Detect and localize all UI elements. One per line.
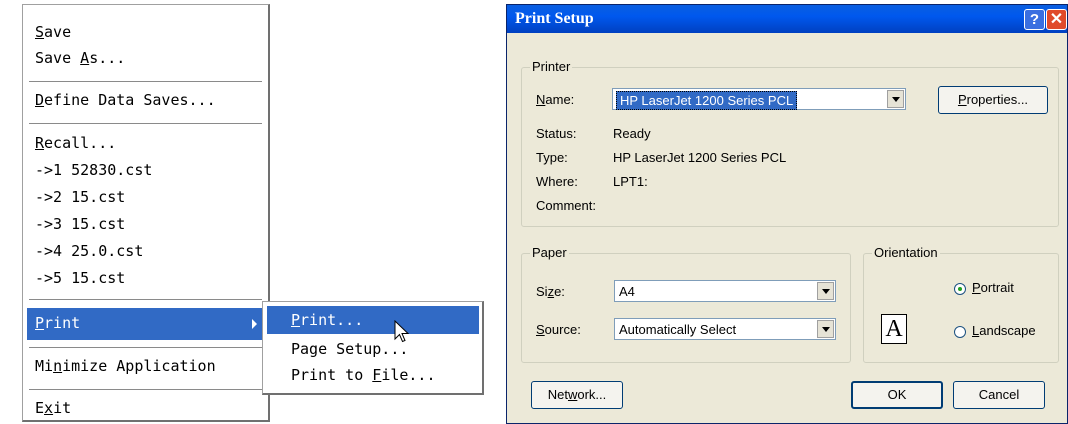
source-label: Source:: [536, 322, 581, 337]
mouse-cursor-icon: [394, 320, 410, 343]
printer-name-select[interactable]: HP LaserJet 1200 Series PCL: [612, 88, 906, 110]
paper-group-label: Paper: [530, 245, 569, 260]
paper-source-value: Automatically Select: [619, 322, 737, 337]
ok-button[interactable]: OK: [851, 381, 943, 409]
printer-group-label: Printer: [530, 59, 573, 74]
menu-separator: [29, 123, 262, 125]
chevron-down-icon[interactable]: [887, 90, 904, 108]
chevron-down-icon[interactable]: [817, 320, 834, 338]
type-value: HP LaserJet 1200 Series PCL: [613, 150, 787, 165]
menu-item-minimize-application[interactable]: Minimize Application: [35, 357, 216, 375]
submenu-item-page-setup[interactable]: Page Setup...: [291, 340, 408, 358]
orientation-group-label: Orientation: [872, 245, 940, 260]
type-label: Type:: [536, 150, 568, 165]
printer-name-value: HP LaserJet 1200 Series PCL: [616, 91, 798, 110]
where-label: Where:: [536, 174, 578, 189]
menu-item-recall[interactable]: Recall...: [35, 134, 116, 152]
menu-separator: [29, 347, 262, 349]
status-value: Ready: [613, 126, 651, 141]
size-label: Size:: [536, 284, 565, 299]
title-bar[interactable]: Print Setup ? ✕: [507, 5, 1067, 33]
printer-group: Printer Name: HP LaserJet 1200 Series PC…: [521, 59, 1059, 227]
paper-source-select[interactable]: Automatically Select: [614, 318, 836, 340]
print-submenu: Print... Page Setup... Print to File...: [262, 301, 484, 395]
network-button[interactable]: Network...: [531, 381, 623, 409]
submenu-item-print[interactable]: Print...: [267, 306, 479, 334]
submenu-item-print-label: Print...: [291, 311, 364, 329]
menu-item-recent-file[interactable]: ->2 15.cst: [35, 188, 125, 206]
menu-item-save[interactable]: Save: [35, 23, 71, 41]
landscape-label[interactable]: Landscape: [972, 323, 1036, 338]
file-menu: Save Save As... Define Data Saves... Rec…: [22, 4, 270, 422]
orientation-group: Orientation A Portrait Landscape: [863, 245, 1059, 363]
submenu-item-print-to-file[interactable]: Print to File...: [291, 366, 436, 384]
portrait-page-icon: A: [881, 314, 907, 344]
help-button[interactable]: ?: [1024, 9, 1045, 30]
menu-item-print[interactable]: Print: [27, 308, 267, 340]
where-value: LPT1:: [613, 174, 648, 189]
menu-separator: [29, 299, 262, 301]
landscape-radio[interactable]: [954, 326, 966, 338]
menu-item-recent-file[interactable]: ->1 52830.cst: [35, 161, 152, 179]
menu-item-exit[interactable]: Exit: [35, 399, 71, 417]
menu-separator: [29, 81, 262, 83]
dialog-title: Print Setup: [515, 10, 594, 27]
paper-group: Paper Size: A4 Source: Automatically Sel…: [521, 245, 851, 363]
paper-size-select[interactable]: A4: [614, 280, 836, 302]
menu-item-print-label: Print: [35, 314, 81, 332]
menu-item-recent-file[interactable]: ->5 15.cst: [35, 269, 125, 287]
name-label: Name:: [536, 92, 575, 107]
cancel-button[interactable]: Cancel: [953, 381, 1045, 409]
menu-item-recent-file[interactable]: ->4 25.0.cst: [35, 242, 143, 260]
status-label: Status:: [536, 126, 577, 141]
menu-item-save-as[interactable]: Save As...: [35, 49, 125, 67]
print-setup-dialog: Print Setup ? ✕ Printer Name: HP LaserJe…: [506, 4, 1068, 424]
menu-item-define-data-saves[interactable]: Define Data Saves...: [35, 91, 216, 109]
submenu-arrow-icon: [252, 319, 257, 329]
menu-item-recent-file[interactable]: ->3 15.cst: [35, 215, 125, 233]
paper-size-value: A4: [619, 284, 635, 299]
menu-separator: [29, 389, 262, 391]
portrait-radio[interactable]: [954, 283, 966, 295]
properties-button[interactable]: Properties...: [938, 86, 1048, 114]
portrait-label[interactable]: Portrait: [972, 280, 1014, 295]
close-button[interactable]: ✕: [1046, 9, 1067, 30]
comment-label: Comment:: [536, 198, 596, 213]
chevron-down-icon[interactable]: [817, 282, 834, 300]
